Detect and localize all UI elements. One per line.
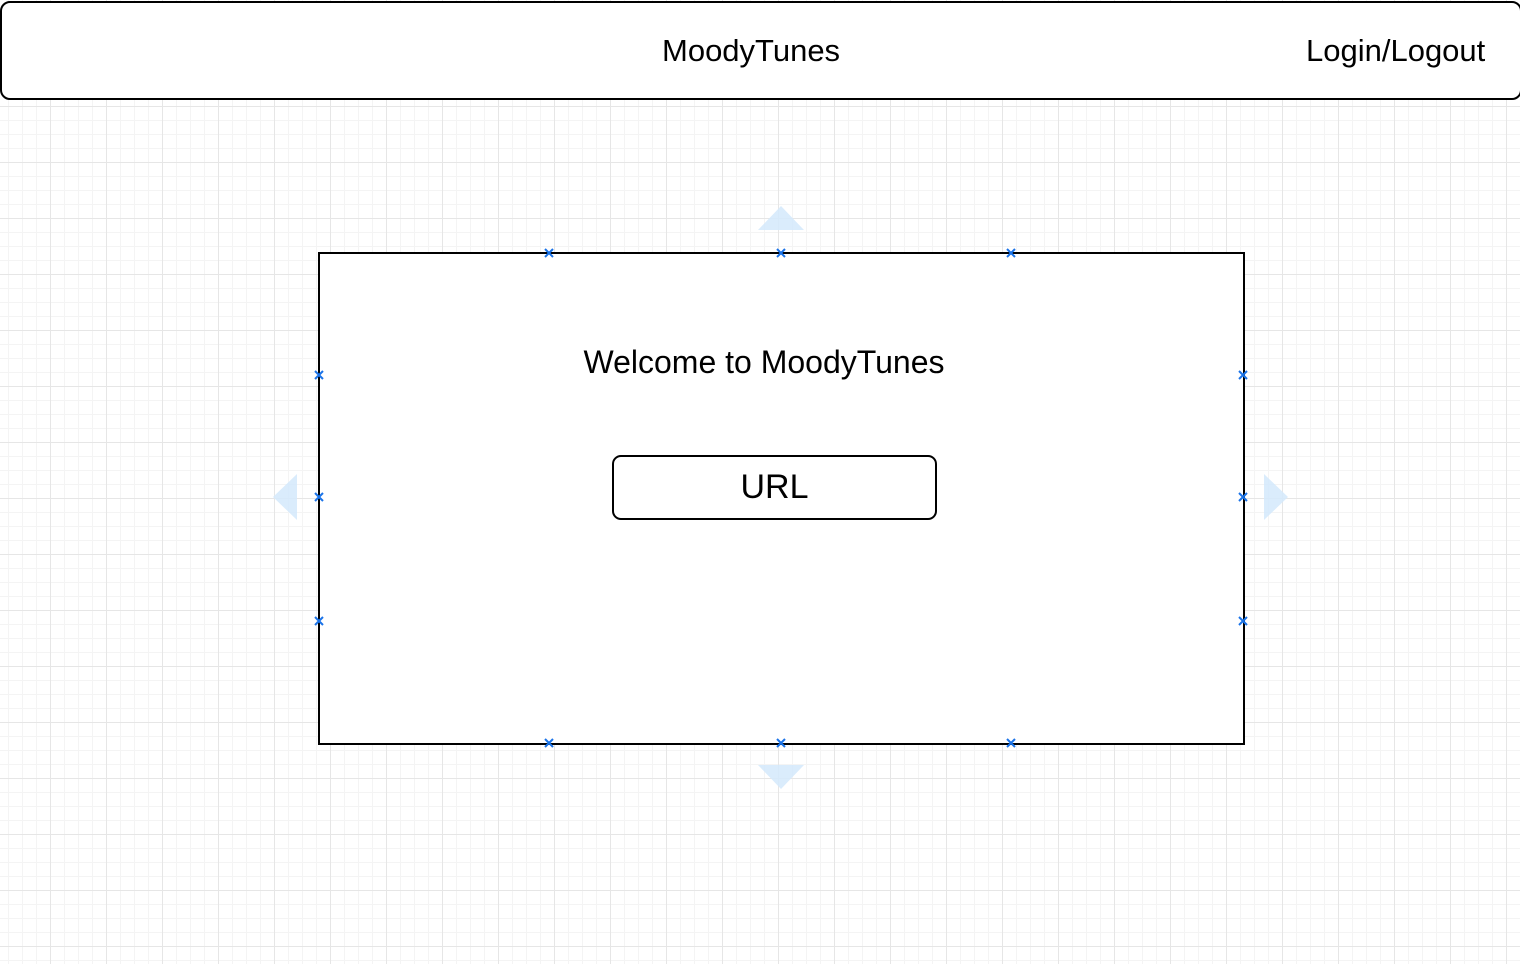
connection-point-icon[interactable] — [543, 247, 555, 259]
arrow-up-icon[interactable] — [758, 206, 804, 230]
url-button[interactable]: URL — [612, 455, 937, 520]
connection-point-icon[interactable] — [1005, 247, 1017, 259]
connection-point-icon[interactable] — [313, 369, 325, 381]
connection-point-icon[interactable] — [1005, 737, 1017, 749]
connection-point-icon[interactable] — [775, 737, 787, 749]
connection-point-icon[interactable] — [1237, 369, 1249, 381]
connection-point-icon[interactable] — [1237, 491, 1249, 503]
connection-point-icon[interactable] — [1237, 615, 1249, 627]
arrow-left-icon[interactable] — [273, 474, 297, 520]
app-title: MoodyTunes — [662, 33, 841, 68]
connection-point-icon[interactable] — [543, 737, 555, 749]
connection-point-icon[interactable] — [313, 491, 325, 503]
arrow-down-icon[interactable] — [758, 765, 804, 789]
connection-point-icon[interactable] — [775, 247, 787, 259]
connection-point-icon[interactable] — [313, 615, 325, 627]
arrow-right-icon[interactable] — [1264, 474, 1288, 520]
login-logout-link[interactable]: Login/Logout — [1306, 33, 1485, 69]
